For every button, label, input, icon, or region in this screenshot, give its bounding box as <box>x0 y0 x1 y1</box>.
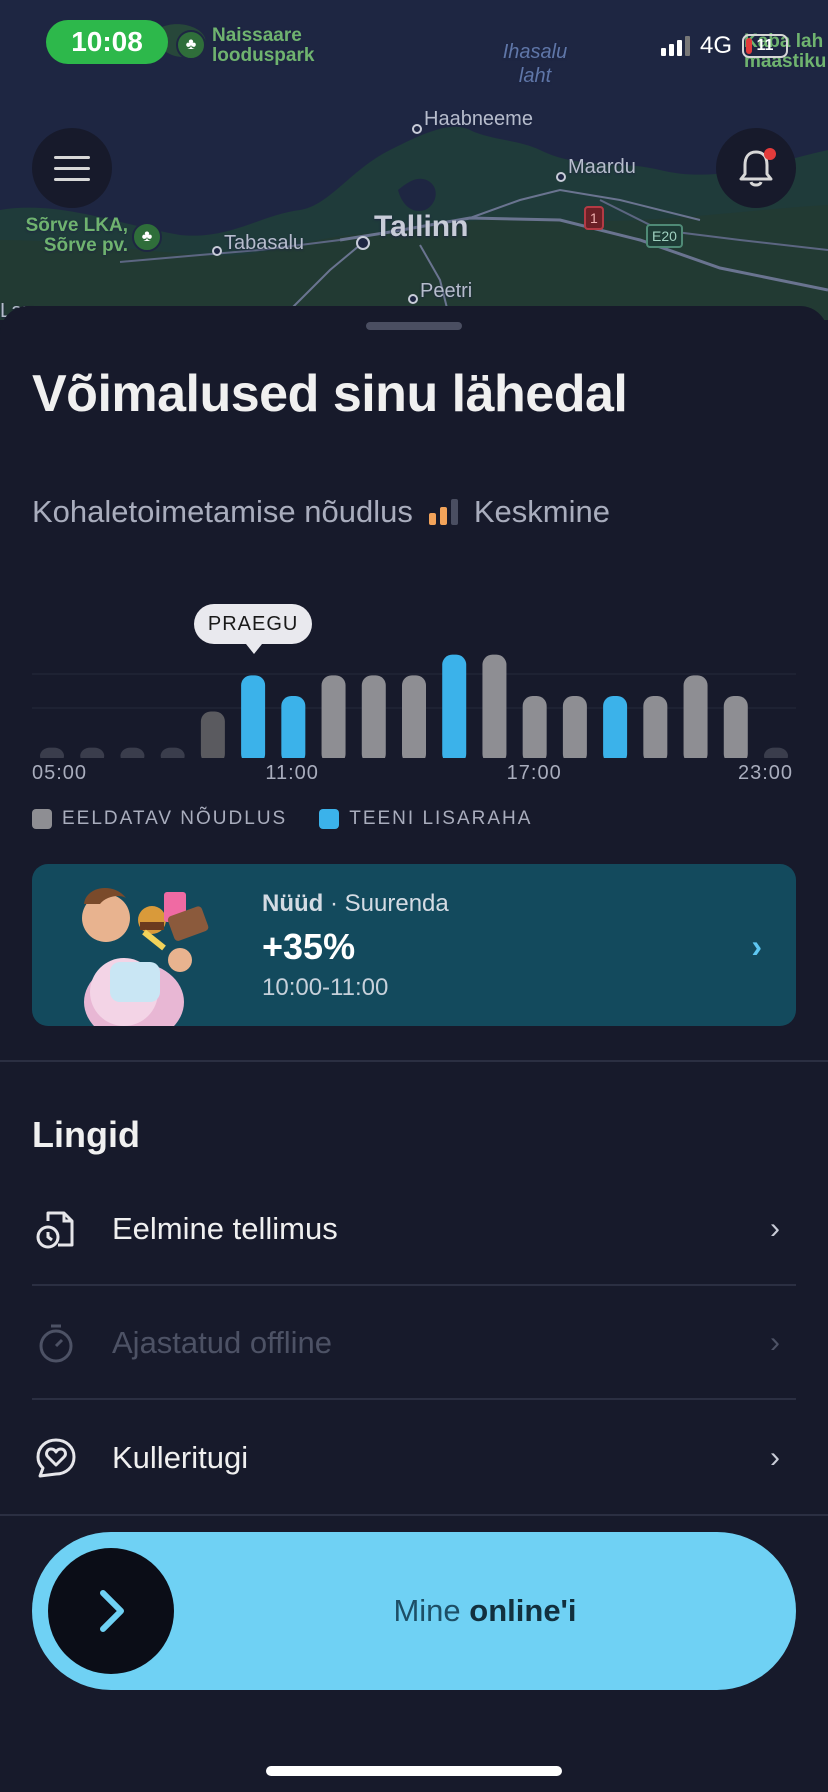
promo-text: Nüüd · Suurenda +35% 10:00-11:00 <box>262 890 449 1002</box>
page-title: Võimalused sinu lähedal <box>32 365 628 423</box>
map-label-naissaare: Naissaare looduspark <box>212 25 315 66</box>
road-badge-e20: E20 <box>646 224 683 248</box>
signal-icon <box>660 36 690 56</box>
demand-chart: PRAEGU <box>30 604 798 784</box>
map-label-ihasalu: Ihasalu laht <box>502 41 568 87</box>
chart-bar-19:00 <box>603 696 628 764</box>
menu-button[interactable] <box>32 128 112 208</box>
chart-bar-11:00 <box>281 696 306 764</box>
chart-bar-16:00 <box>482 654 507 764</box>
map-dot-peetri <box>408 294 418 304</box>
promo-heading: Nüüd · Suurenda <box>262 890 449 918</box>
chart-bar-15:00 <box>442 654 467 764</box>
x-tick-label: 17:00 <box>506 762 562 784</box>
chevron-right-icon <box>100 1590 124 1632</box>
notifications-button[interactable] <box>716 128 796 208</box>
chart-bar-20:00 <box>643 696 668 764</box>
link-label: Kulleritugi <box>112 1440 249 1475</box>
section-divider <box>0 1060 828 1062</box>
status-indicators: 4G 11 <box>660 32 788 60</box>
map-background[interactable]: ♣ Naissaare looduspark Ihasalu laht Haab… <box>0 0 828 320</box>
x-tick-label: 23:00 <box>738 762 794 784</box>
map-dot-maardu <box>556 172 566 182</box>
go-online-slider[interactable]: Mine online'i <box>32 1532 796 1690</box>
map-label-peetri: Peetri <box>420 280 473 302</box>
sheet-grabber[interactable] <box>366 322 462 330</box>
status-time: 10:08 <box>46 20 168 64</box>
chart-bar-18:00 <box>562 696 587 764</box>
section-divider-bottom <box>0 1514 828 1516</box>
chart-bar-22:00 <box>723 696 748 764</box>
chart-bar-14:00 <box>402 675 426 764</box>
chevron-right-icon: › <box>770 1326 780 1359</box>
x-tick-label: 05:00 <box>32 762 88 784</box>
link-courier-support[interactable]: Kulleritugi › <box>32 1402 796 1514</box>
demand-level-icon <box>428 499 458 525</box>
chart-legend: EELDATAV NÕUDLUS TEENI LISARAHA <box>32 808 532 830</box>
promo-value: +35% <box>262 926 356 967</box>
demand-level: Keskmine <box>473 494 610 529</box>
park-pin-icon: ♣ <box>176 30 206 60</box>
legend-swatch-blue <box>319 809 340 829</box>
chart-bar-17:00 <box>522 696 547 764</box>
chevron-right-icon: › <box>751 928 762 964</box>
chart-x-axis: 05:00 11:00 17:00 23:00 <box>32 762 796 792</box>
map-dot-haabneeme <box>412 124 422 134</box>
map-dot-tallinn <box>356 236 370 250</box>
current-time-tooltip: PRAEGU <box>194 604 313 654</box>
map-label-sorve: Sõrve LKA, Sõrve pv. <box>25 215 128 256</box>
chart-bar-13:00 <box>361 675 386 764</box>
home-indicator <box>266 1766 562 1776</box>
demand-label: Kohaletoimetamise nõudlus <box>32 494 413 529</box>
promo-action: · Suurenda <box>329 890 449 917</box>
chart-bar-21:00 <box>683 675 708 764</box>
legend-expected-label: EELDATAV NÕUDLUS <box>62 808 288 829</box>
chevron-right-icon: › <box>770 1212 780 1245</box>
park-pin-sorve-icon: ♣ <box>132 222 162 252</box>
slider-knob[interactable] <box>48 1548 174 1674</box>
map-label-haabneeme: Haabneeme <box>424 108 533 130</box>
map-dot-tabasalu <box>212 246 222 256</box>
receipt-clock-icon <box>32 1205 80 1253</box>
link-label: Eelmine tellimus <box>112 1211 338 1246</box>
map-label-tallinn: Tallinn <box>374 210 469 243</box>
go-online-part2: online'i <box>469 1593 577 1628</box>
promo-now: Nüüd <box>262 890 324 917</box>
battery-icon: 11 <box>742 34 788 58</box>
boost-promo-card[interactable]: Nüüd · Suurenda +35% 10:00-11:00 › <box>32 864 796 1026</box>
network-type: 4G <box>699 32 732 59</box>
legend-swatch-gray <box>32 809 52 829</box>
link-label: Ajastatud offline <box>112 1325 333 1360</box>
bottom-sheet: Võimalused sinu lähedal Kohaletoimetamis… <box>0 306 828 1792</box>
legend-expected: EELDATAV NÕUDLUS <box>32 808 287 830</box>
chart-bar-10:00 <box>241 675 266 764</box>
courier-illustration <box>82 887 209 1026</box>
road-badge-1: 1 <box>584 206 604 230</box>
go-online-part1: Mine <box>393 1593 461 1628</box>
link-previous-order[interactable]: Eelmine tellimus › <box>32 1174 796 1286</box>
notification-badge <box>764 148 776 160</box>
chart-bar-09:00 <box>200 711 225 764</box>
hamburger-icon <box>54 155 90 181</box>
legend-earn-more: TEENI LISARAHA <box>319 808 532 830</box>
link-scheduled-offline[interactable]: Ajastatud offline › <box>32 1288 796 1400</box>
stopwatch-icon <box>32 1319 80 1367</box>
map-label-maardu: Maardu <box>568 156 636 178</box>
promo-time: 10:00-11:00 <box>262 974 389 1001</box>
heart-chat-icon <box>32 1434 80 1482</box>
links-section-title: Lingid <box>32 1114 140 1155</box>
chart-bar-12:00 <box>321 675 346 764</box>
chevron-right-icon: › <box>770 1441 780 1474</box>
battery-level: 11 <box>756 37 774 54</box>
go-online-label: Mine online'i <box>174 1532 796 1690</box>
map-label-tabasalu: Tabasalu <box>224 232 305 254</box>
demand-row: Kohaletoimetamise nõudlus Keskmine <box>32 494 610 530</box>
legend-earn-more-label: TEENI LISARAHA <box>349 808 533 829</box>
x-tick-label: 11:00 <box>265 762 319 784</box>
demand-chart-svg <box>30 654 798 768</box>
